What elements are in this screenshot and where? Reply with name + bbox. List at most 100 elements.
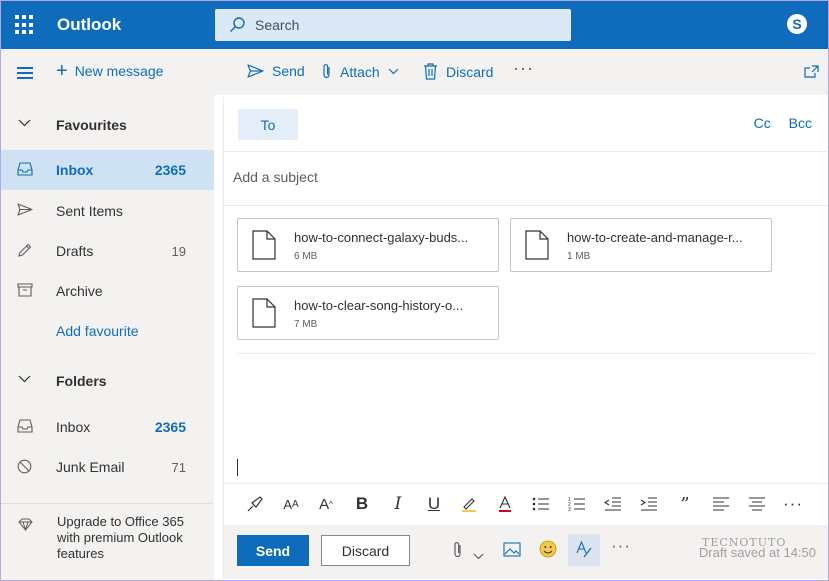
watermark: TECNOTUTO: [702, 536, 787, 549]
insert-picture-icon[interactable]: [503, 542, 521, 562]
highlight-icon[interactable]: [458, 493, 480, 515]
chevron-down-icon[interactable]: [18, 375, 31, 383]
format-painter-icon[interactable]: [244, 493, 266, 515]
attachment-card[interactable]: how-to-clear-song-history-o... 7 MB: [237, 286, 499, 340]
sidebar-item-junk[interactable]: Junk Email 71: [0, 447, 214, 487]
bold-icon[interactable]: B: [351, 493, 373, 515]
file-icon: [252, 298, 276, 328]
cc-bcc-links: Cc Bcc: [740, 115, 812, 131]
unread-count: 2365: [154, 162, 186, 178]
discard-toolbar-label: Discard: [446, 63, 494, 80]
attach-icon[interactable]: [453, 541, 463, 564]
folders-header[interactable]: Folders: [0, 361, 214, 401]
send-button[interactable]: Send: [237, 535, 309, 566]
underline-icon[interactable]: U: [423, 493, 445, 515]
compose-pane: To Cc Bcc how-to-connect-galaxy-buds... …: [223, 97, 828, 579]
unread-count: 2365: [154, 419, 186, 435]
discard-button[interactable]: Discard: [321, 535, 410, 566]
emoji-icon[interactable]: [539, 540, 557, 563]
numbering-icon[interactable]: 123: [566, 493, 588, 515]
file-icon: [525, 230, 549, 260]
more-options-icon[interactable]: ···: [513, 58, 534, 79]
archive-icon: [17, 283, 33, 297]
editor-icon[interactable]: [568, 534, 600, 566]
sidebar-item-label: Archive: [56, 283, 103, 299]
discard-toolbar-button[interactable]: Discard: [423, 63, 493, 80]
formatting-toolbar: AA A ^ B I U 123 ” ···: [224, 483, 828, 523]
sidebar-item-label: Inbox: [56, 419, 91, 435]
paperclip-icon: [323, 64, 330, 79]
upgrade-text: Upgrade to Office 365 with premium Outlo…: [57, 514, 184, 561]
attachment-size: 7 MB: [294, 319, 318, 330]
search-box[interactable]: [215, 9, 571, 41]
sidebar-item-sent[interactable]: Sent Items: [0, 191, 214, 231]
subject-row: [224, 152, 828, 206]
attachment-size: 6 MB: [294, 251, 318, 262]
command-bar: + New message Send Attach Discard ···: [0, 49, 829, 95]
attachment-name: how-to-clear-song-history-o...: [294, 298, 464, 313]
font-color-icon[interactable]: [494, 493, 516, 515]
chevron-down-icon[interactable]: [18, 119, 31, 127]
cc-link[interactable]: Cc: [754, 115, 771, 131]
divider: [237, 353, 815, 354]
sidebar-item-label: Drafts: [56, 243, 94, 259]
recipient-row: To Cc Bcc: [224, 97, 828, 152]
increase-indent-icon[interactable]: [638, 493, 660, 515]
attachment-card[interactable]: how-to-connect-galaxy-buds... 6 MB: [237, 218, 499, 272]
sidebar-item-archive[interactable]: Archive: [0, 271, 214, 311]
hamburger-menu-icon[interactable]: [17, 67, 33, 82]
sidebar-item-inbox[interactable]: Inbox 2365: [0, 150, 214, 190]
draft-count: 19: [171, 243, 186, 259]
pop-out-icon[interactable]: [804, 65, 819, 83]
pencil-icon: [18, 243, 32, 257]
send-icon: [17, 203, 33, 216]
chevron-down-icon[interactable]: [473, 547, 484, 565]
send-icon: [247, 64, 264, 78]
chevron-down-icon[interactable]: [388, 68, 399, 75]
upgrade-banner[interactable]: Upgrade to Office 365 with premium Outlo…: [0, 503, 214, 581]
app-launcher-icon[interactable]: [15, 15, 35, 35]
italic-icon[interactable]: I: [387, 493, 409, 515]
more-formatting-icon[interactable]: ···: [782, 493, 804, 515]
attachment-name: how-to-connect-galaxy-buds...: [294, 230, 469, 245]
bullets-icon[interactable]: [530, 493, 552, 515]
quote-icon[interactable]: ”: [674, 493, 696, 515]
search-input[interactable]: [255, 17, 555, 33]
inbox-icon: [17, 162, 33, 176]
send-bar: Send Discard ··· Draft saved at 14:50: [224, 525, 828, 579]
new-message-button[interactable]: + New message: [56, 61, 164, 81]
text-cursor[interactable]: [237, 459, 238, 476]
blocked-icon: [17, 459, 32, 474]
diamond-icon: [18, 518, 33, 531]
send-toolbar-button[interactable]: Send: [247, 63, 305, 79]
folder-pane: Favourites Inbox 2365 Sent Items Drafts …: [0, 95, 214, 581]
font-size-icon[interactable]: AA: [280, 493, 302, 515]
subject-input[interactable]: [233, 169, 813, 185]
to-button[interactable]: To: [238, 109, 298, 140]
new-message-label: New message: [74, 63, 164, 79]
app-title[interactable]: Outlook: [57, 15, 121, 35]
attach-toolbar-button[interactable]: Attach: [322, 63, 399, 80]
align-left-icon[interactable]: [710, 493, 732, 515]
search-icon: [230, 17, 245, 32]
align-center-icon[interactable]: [746, 493, 768, 515]
more-options-icon[interactable]: ···: [611, 536, 631, 556]
attachment-name: how-to-create-and-manage-r...: [567, 230, 743, 245]
svg-text:3: 3: [568, 507, 571, 511]
add-favourite-link[interactable]: Add favourite: [56, 323, 139, 339]
sidebar-item-label: Junk Email: [56, 459, 125, 475]
send-toolbar-label: Send: [272, 63, 305, 79]
sidebar-item-label: Inbox: [56, 162, 94, 178]
sidebar-item-folder-inbox[interactable]: Inbox 2365: [0, 407, 214, 447]
attachment-card[interactable]: how-to-create-and-manage-r... 1 MB: [510, 218, 772, 272]
favourites-header[interactable]: Favourites: [0, 105, 214, 145]
skype-icon[interactable]: S: [787, 14, 807, 34]
unread-count: 71: [171, 459, 186, 475]
file-icon: [252, 230, 276, 260]
bcc-link[interactable]: Bcc: [789, 115, 812, 131]
decrease-indent-icon[interactable]: [602, 493, 624, 515]
sidebar-item-drafts[interactable]: Drafts 19: [0, 231, 214, 271]
font-grow-icon[interactable]: A ^: [315, 493, 337, 515]
attachment-size: 1 MB: [567, 251, 591, 262]
inbox-icon: [17, 419, 33, 433]
